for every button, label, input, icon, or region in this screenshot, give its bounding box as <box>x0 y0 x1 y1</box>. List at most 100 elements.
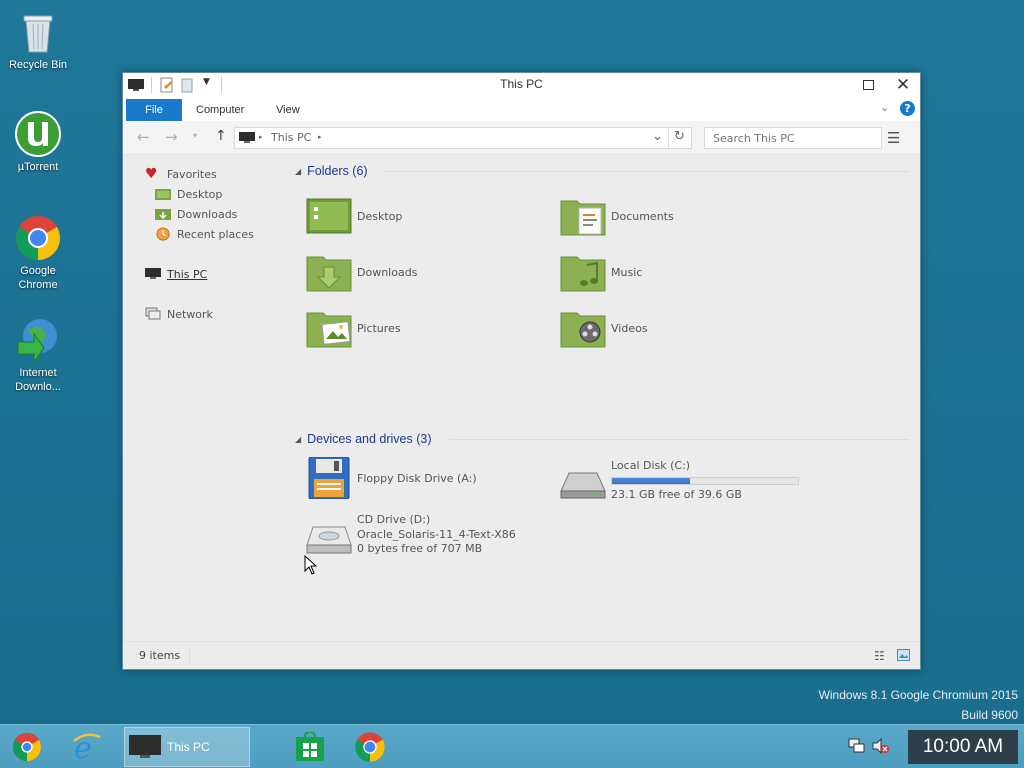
drive-volume-name: Oracle_Solaris-11_4-Text-X86 <box>357 527 516 541</box>
tab-computer[interactable]: Computer <box>184 99 256 121</box>
network-tray-icon[interactable] <box>848 738 866 754</box>
desktop-folder-icon <box>306 198 352 234</box>
start-button[interactable] <box>6 727 48 767</box>
videos-folder-icon <box>560 312 606 348</box>
section-divider <box>383 171 909 172</box>
folder-tile-downloads[interactable]: Downloads <box>305 251 417 293</box>
back-arrow-icon[interactable]: ← <box>137 128 150 146</box>
folder-label: Music <box>611 265 643 279</box>
taskbar-clock[interactable]: 10:00 AM <box>908 730 1018 764</box>
drive-tile-local-disk[interactable]: Local Disk (C:) 23.1 GB free of 39.6 GB <box>559 457 799 503</box>
drive-tile-cd[interactable]: CD Drive (D:) Oracle_Solaris-11_4-Text-X… <box>305 513 516 559</box>
chrome-icon <box>355 732 385 762</box>
drive-free-space: 0 bytes free of 707 MB <box>357 542 483 555</box>
large-icons-view-icon[interactable] <box>897 649 910 661</box>
tab-file[interactable]: File <box>126 99 182 121</box>
nav-favorites[interactable]: ♥ Favorites <box>145 165 217 183</box>
folder-tile-documents[interactable]: Documents <box>559 195 674 237</box>
mouse-cursor-icon <box>304 555 318 575</box>
item-count: 9 items <box>139 649 181 662</box>
address-history-chevron-icon[interactable]: ⌄ <box>652 129 663 144</box>
desktop-icon-google-chrome[interactable]: Google Chrome <box>0 214 76 292</box>
refresh-icon[interactable]: ↻ <box>674 129 685 144</box>
desktop-folder-icon <box>155 189 171 200</box>
floppy-disk-icon <box>308 457 350 499</box>
taskbar-chrome[interactable] <box>348 727 392 767</box>
windows-store-icon <box>296 732 324 761</box>
nav-this-pc[interactable]: This PC <box>145 265 207 283</box>
downloads-folder-icon <box>306 256 352 292</box>
folder-tile-videos[interactable]: Videos <box>559 307 648 349</box>
breadcrumb-separator-icon[interactable]: ▸ <box>259 133 263 141</box>
desktop-icon-recycle-bin[interactable]: Recycle Bin <box>0 8 76 72</box>
ribbon: File Computer View ⌄ ? <box>123 97 920 121</box>
recent-places-icon <box>156 227 170 241</box>
pictures-folder-icon <box>306 312 352 348</box>
disk-usage-fill <box>612 477 690 484</box>
close-icon: ✕ <box>895 75 911 95</box>
window-title: This PC <box>500 77 543 91</box>
desktop-icon-label: µTorrent <box>17 161 59 173</box>
folder-label: Videos <box>611 321 648 335</box>
drive-label: Local Disk (C:) <box>611 459 691 472</box>
desktop-icon-label: Google Chrome <box>18 265 58 291</box>
drives-section-header[interactable]: ◢ Devices and drives (3) <box>295 431 432 447</box>
folder-tile-desktop[interactable]: Desktop <box>305 195 402 237</box>
utorrent-icon <box>15 111 61 157</box>
nav-label: Network <box>167 307 213 321</box>
folder-tile-pictures[interactable]: Pictures <box>305 307 401 349</box>
nav-desktop[interactable]: Desktop <box>155 185 222 203</box>
taskbar: e This PC 10:00 AM <box>0 724 1024 768</box>
up-arrow-icon[interactable]: ↑ <box>215 128 227 144</box>
navigation-bar: ← → ▾ ↑ ▸ This PC ▸ ⌄ ↻ ☰ <box>123 121 920 155</box>
title-bar[interactable]: ▼ This PC ✕ <box>123 73 920 97</box>
collapse-triangle-icon: ◢ <box>295 166 302 176</box>
details-view-icon[interactable]: ☷ <box>874 649 885 663</box>
drive-tile-floppy[interactable]: Floppy Disk Drive (A:) <box>305 457 477 499</box>
folder-label: Documents <box>611 209 674 223</box>
nav-downloads[interactable]: Downloads <box>155 205 237 223</box>
desktop-icon-internet-download-manager[interactable]: Internet Downlo... <box>0 316 76 394</box>
breadcrumb-separator-icon[interactable]: ▸ <box>318 133 322 141</box>
nav-label: Downloads <box>177 207 238 221</box>
this-pc-icon <box>129 735 161 758</box>
drives-header-label: Devices and drives (3) <box>307 432 432 446</box>
nav-label: Favorites <box>167 167 217 181</box>
folder-tile-music[interactable]: Music <box>559 251 642 293</box>
nav-label: Desktop <box>177 187 223 201</box>
internet-explorer-icon: e <box>73 731 101 763</box>
address-bar[interactable]: ▸ This PC ▸ ⌄ ↻ <box>234 127 692 149</box>
drive-label: Floppy Disk Drive (A:) <box>357 471 477 485</box>
maximize-button[interactable] <box>851 73 885 97</box>
breadcrumb-this-pc[interactable]: This PC <box>271 131 311 144</box>
tab-view[interactable]: View <box>264 99 312 121</box>
nav-recent-places[interactable]: Recent places <box>155 225 254 243</box>
this-pc-icon <box>145 268 161 279</box>
recent-locations-chevron-icon[interactable]: ▾ <box>193 131 197 140</box>
taskbar-internet-explorer[interactable]: e <box>64 727 108 767</box>
local-disk-details: Local Disk (C:) 23.1 GB free of 39.6 GB <box>611 459 799 502</box>
desktop-icon-label: Recycle Bin <box>8 59 68 71</box>
folders-section-header[interactable]: ◢ Folders (6) <box>295 163 368 179</box>
taskbar-store[interactable] <box>288 727 332 767</box>
drive-free-space: 23.1 GB free of 39.6 GB <box>611 487 742 501</box>
folders-header-label: Folders (6) <box>307 164 368 178</box>
help-icon[interactable]: ? <box>900 101 915 116</box>
nav-label: Recent places <box>177 227 254 241</box>
volume-muted-tray-icon[interactable] <box>872 738 890 754</box>
nav-label: This PC <box>167 267 208 281</box>
nav-network[interactable]: Network <box>145 305 213 323</box>
status-bar: 9 items ☷ <box>123 641 920 669</box>
forward-arrow-icon[interactable]: → <box>165 128 178 146</box>
recycle-bin-icon <box>23 15 53 53</box>
taskbar-this-pc-window[interactable]: This PC <box>124 727 250 767</box>
music-folder-icon <box>560 256 606 292</box>
close-button[interactable]: ✕ <box>886 73 920 97</box>
expand-ribbon-chevron-icon[interactable]: ⌄ <box>880 101 889 114</box>
idm-globe-icon <box>17 319 57 364</box>
disk-usage-bar <box>611 476 799 485</box>
desktop-icon-utorrent[interactable]: µTorrent <box>0 110 76 174</box>
search-input[interactable] <box>704 127 882 149</box>
explorer-window: ▼ This PC ✕ File Computer View ⌄ ? ← → ▾… <box>122 72 921 670</box>
menu-hamburger-icon[interactable]: ☰ <box>887 129 900 147</box>
